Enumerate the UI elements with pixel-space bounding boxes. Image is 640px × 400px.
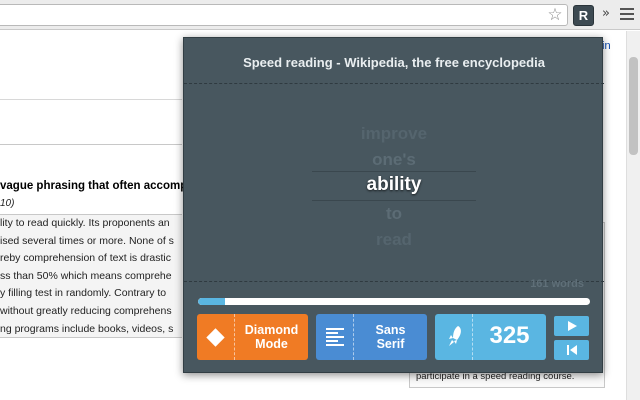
diamond-icon [206, 327, 225, 347]
reading-progress-bar[interactable] [198, 298, 590, 305]
address-bar[interactable] [0, 4, 568, 26]
popup-title: Speed reading - Wikipedia, the free ency… [243, 55, 545, 70]
rocket-icon [448, 326, 461, 346]
article-line: ss than 50% which means comprehe [0, 269, 172, 282]
browser-toolbar: ☆ R » [0, 0, 640, 30]
selected-article-text: lity to read quickly. Its proponents an … [0, 214, 182, 338]
focus-guide-line [312, 171, 476, 172]
context-word-after: read [376, 230, 412, 249]
font-toggle-button[interactable]: Sans Serif [316, 314, 427, 360]
diamond-mode-button[interactable]: Diamond Mode [197, 314, 308, 360]
font-label-line1: Sans [375, 323, 406, 337]
dashed-divider [184, 83, 604, 84]
article-line: lity to read quickly. Its proponents an [0, 217, 170, 229]
play-button[interactable] [554, 316, 589, 336]
overflow-chevron-icon[interactable]: » [600, 4, 612, 24]
article-line: reby comprehension of text is drastic [0, 252, 171, 265]
speed-reader-extension-button[interactable]: R [573, 5, 594, 26]
scrollbar-thumb[interactable] [629, 57, 638, 155]
restart-button[interactable] [554, 340, 589, 360]
article-heading: vague phrasing that often accompa [0, 180, 194, 192]
browser-menu-icon[interactable] [620, 8, 634, 20]
bookmark-star-icon[interactable]: ☆ [546, 6, 564, 24]
speed-control-button[interactable]: 325 [435, 314, 546, 360]
font-label-line2: Serif [376, 337, 405, 351]
article-line: without greatly reducing comprehens [0, 304, 172, 317]
play-icon [567, 321, 577, 331]
page-divider [0, 99, 182, 100]
focus-word: ability [366, 174, 422, 195]
context-word-before: improve [360, 124, 428, 143]
focus-guide-line [312, 200, 476, 201]
context-word-before: one's [372, 150, 416, 169]
word-count: 161 words [530, 278, 584, 290]
page-scrollbar[interactable] [626, 31, 640, 400]
diamond-mode-label-line1: Diamond [244, 323, 299, 337]
skip-back-icon [566, 345, 577, 355]
speed-reader-popup: Speed reading - Wikipedia, the free ency… [183, 37, 604, 373]
article-line: ised several times or more. None of s [0, 234, 174, 247]
article-line: y filling test in randomly. Contrary to [0, 287, 167, 300]
article-line: ng programs include books, videos, s [0, 322, 174, 335]
article-date: 10) [0, 198, 15, 209]
speed-value: 325 [489, 321, 530, 349]
progress-fill [198, 298, 226, 305]
page-divider [0, 144, 182, 145]
text-lines-icon [326, 326, 344, 348]
login-link[interactable]: in [602, 40, 611, 52]
context-word-after: to [385, 204, 403, 223]
diamond-mode-label-line2: Mode [255, 337, 288, 351]
